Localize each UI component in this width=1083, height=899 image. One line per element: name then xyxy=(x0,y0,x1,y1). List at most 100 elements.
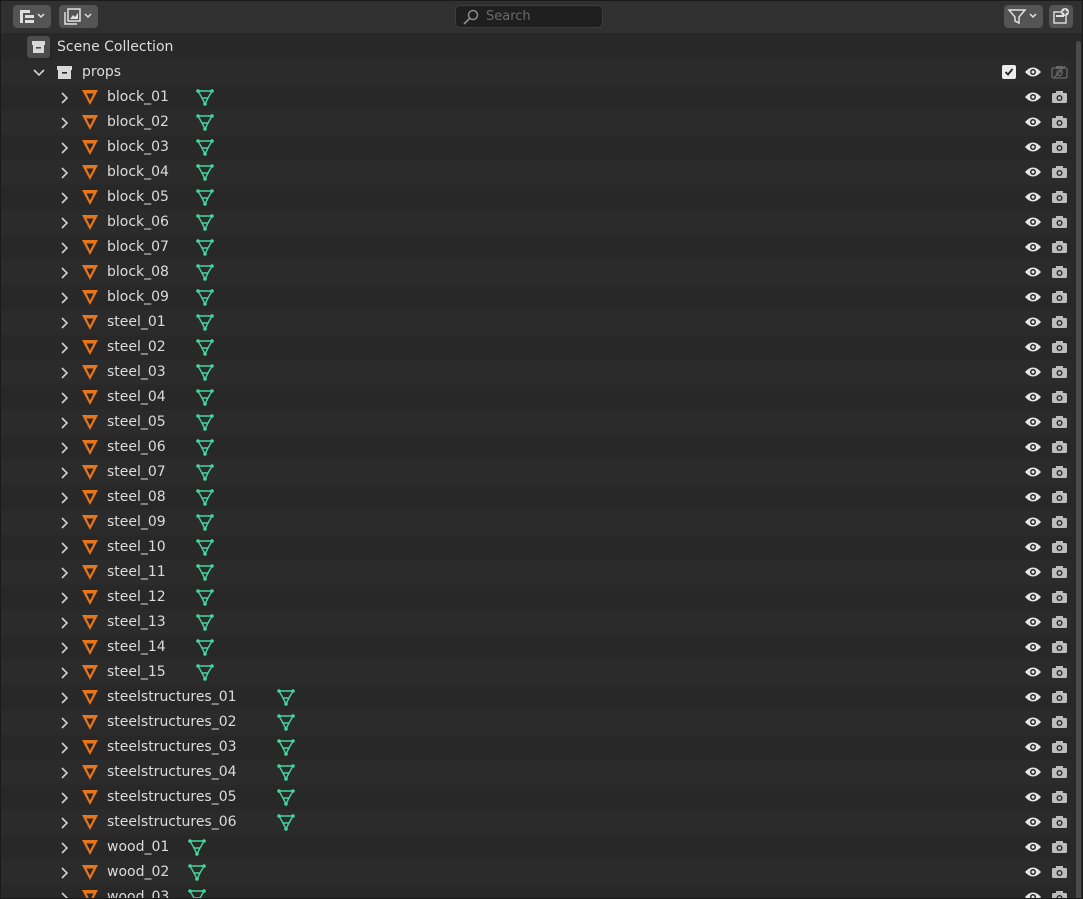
mesh-data-icon[interactable] xyxy=(194,287,216,307)
mesh-data-icon[interactable] xyxy=(275,762,297,782)
chevron-right-icon[interactable] xyxy=(58,490,72,506)
object-row[interactable]: steelstructures_03 xyxy=(1,735,1071,760)
mesh-data-icon[interactable] xyxy=(194,187,216,207)
chevron-right-icon[interactable] xyxy=(58,215,72,231)
eye-icon[interactable] xyxy=(1024,264,1042,280)
chevron-right-icon[interactable] xyxy=(58,790,72,806)
object-row[interactable]: block_06 xyxy=(1,210,1071,235)
eye-icon[interactable] xyxy=(1024,639,1042,655)
chevron-right-icon[interactable] xyxy=(58,390,72,406)
chevron-right-icon[interactable] xyxy=(58,265,72,281)
object-row[interactable]: block_01 xyxy=(1,85,1071,110)
chevron-right-icon[interactable] xyxy=(58,765,72,781)
object-row[interactable]: steel_04 xyxy=(1,385,1071,410)
camera-icon[interactable] xyxy=(1050,289,1068,305)
camera-icon[interactable] xyxy=(1050,889,1068,898)
eye-icon[interactable] xyxy=(1024,714,1042,730)
camera-icon[interactable] xyxy=(1050,739,1068,755)
mesh-data-icon[interactable] xyxy=(194,462,216,482)
object-row[interactable]: steelstructures_05 xyxy=(1,785,1071,810)
chevron-right-icon[interactable] xyxy=(58,415,72,431)
eye-icon[interactable] xyxy=(1024,664,1042,680)
eye-icon[interactable] xyxy=(1024,364,1042,380)
mesh-data-icon[interactable] xyxy=(194,212,216,232)
eye-icon[interactable] xyxy=(1024,839,1042,855)
search-field[interactable] xyxy=(455,5,603,28)
eye-icon[interactable] xyxy=(1024,64,1042,80)
mesh-data-icon[interactable] xyxy=(194,337,216,357)
filter-button[interactable] xyxy=(1004,5,1043,28)
camera-icon[interactable] xyxy=(1050,689,1068,705)
camera-icon[interactable] xyxy=(1050,389,1068,405)
object-row[interactable]: steel_03 xyxy=(1,360,1071,385)
object-row[interactable]: steelstructures_06 xyxy=(1,810,1071,835)
object-row[interactable]: block_05 xyxy=(1,185,1071,210)
eye-icon[interactable] xyxy=(1024,539,1042,555)
eye-icon[interactable] xyxy=(1024,864,1042,880)
eye-icon[interactable] xyxy=(1024,564,1042,580)
chevron-right-icon[interactable] xyxy=(58,340,72,356)
chevron-right-icon[interactable] xyxy=(58,465,72,481)
chevron-right-icon[interactable] xyxy=(58,90,72,106)
chevron-right-icon[interactable] xyxy=(58,865,72,881)
camera-icon[interactable] xyxy=(1050,364,1068,380)
object-row[interactable]: steel_01 xyxy=(1,310,1071,335)
chevron-right-icon[interactable] xyxy=(58,590,72,606)
chevron-right-icon[interactable] xyxy=(58,190,72,206)
mesh-data-icon[interactable] xyxy=(275,787,297,807)
eye-icon[interactable] xyxy=(1024,164,1042,180)
eye-icon[interactable] xyxy=(1024,489,1042,505)
eye-icon[interactable] xyxy=(1024,414,1042,430)
eye-icon[interactable] xyxy=(1024,689,1042,705)
new-collection-button[interactable] xyxy=(1049,5,1073,28)
mesh-data-icon[interactable] xyxy=(194,637,216,657)
mesh-data-icon[interactable] xyxy=(186,887,208,898)
chevron-right-icon[interactable] xyxy=(58,740,72,756)
mesh-data-icon[interactable] xyxy=(194,562,216,582)
mesh-data-icon[interactable] xyxy=(275,812,297,832)
object-row[interactable]: steelstructures_01 xyxy=(1,685,1071,710)
camera-icon[interactable] xyxy=(1050,614,1068,630)
eye-icon[interactable] xyxy=(1024,814,1042,830)
object-row[interactable]: steel_07 xyxy=(1,460,1071,485)
chevron-right-icon[interactable] xyxy=(58,815,72,831)
camera-icon[interactable] xyxy=(1050,189,1068,205)
eye-icon[interactable] xyxy=(1024,89,1042,105)
chevron-right-icon[interactable] xyxy=(58,890,72,898)
camera-icon[interactable] xyxy=(1050,164,1068,180)
mesh-data-icon[interactable] xyxy=(194,537,216,557)
chevron-right-icon[interactable] xyxy=(58,640,72,656)
object-row[interactable]: steel_02 xyxy=(1,335,1071,360)
camera-icon[interactable] xyxy=(1050,139,1068,155)
mesh-data-icon[interactable] xyxy=(194,612,216,632)
mesh-data-icon[interactable] xyxy=(275,687,297,707)
object-row[interactable]: wood_03 xyxy=(1,885,1071,898)
eye-icon[interactable] xyxy=(1024,614,1042,630)
object-row[interactable]: block_02 xyxy=(1,110,1071,135)
chevron-right-icon[interactable] xyxy=(58,665,72,681)
object-row[interactable]: steel_05 xyxy=(1,410,1071,435)
chevron-right-icon[interactable] xyxy=(58,690,72,706)
mesh-data-icon[interactable] xyxy=(275,737,297,757)
object-row[interactable]: steel_15 xyxy=(1,660,1071,685)
object-row[interactable]: steel_09 xyxy=(1,510,1071,535)
chevron-right-icon[interactable] xyxy=(58,240,72,256)
camera-icon[interactable] xyxy=(1050,639,1068,655)
camera-icon[interactable] xyxy=(1050,839,1068,855)
camera-icon[interactable] xyxy=(1050,464,1068,480)
eye-icon[interactable] xyxy=(1024,789,1042,805)
mesh-data-icon[interactable] xyxy=(194,87,216,107)
mesh-data-icon[interactable] xyxy=(194,312,216,332)
object-row[interactable]: steel_10 xyxy=(1,535,1071,560)
object-row[interactable]: steel_13 xyxy=(1,610,1071,635)
eye-icon[interactable] xyxy=(1024,114,1042,130)
scrollbar[interactable] xyxy=(1076,41,1081,898)
camera-off-icon[interactable] xyxy=(1050,64,1068,80)
object-row[interactable]: wood_01 xyxy=(1,835,1071,860)
camera-icon[interactable] xyxy=(1050,814,1068,830)
editor-type-button[interactable] xyxy=(13,5,51,28)
eye-icon[interactable] xyxy=(1024,139,1042,155)
camera-icon[interactable] xyxy=(1050,239,1068,255)
object-row[interactable]: steel_14 xyxy=(1,635,1071,660)
chevron-right-icon[interactable] xyxy=(58,140,72,156)
